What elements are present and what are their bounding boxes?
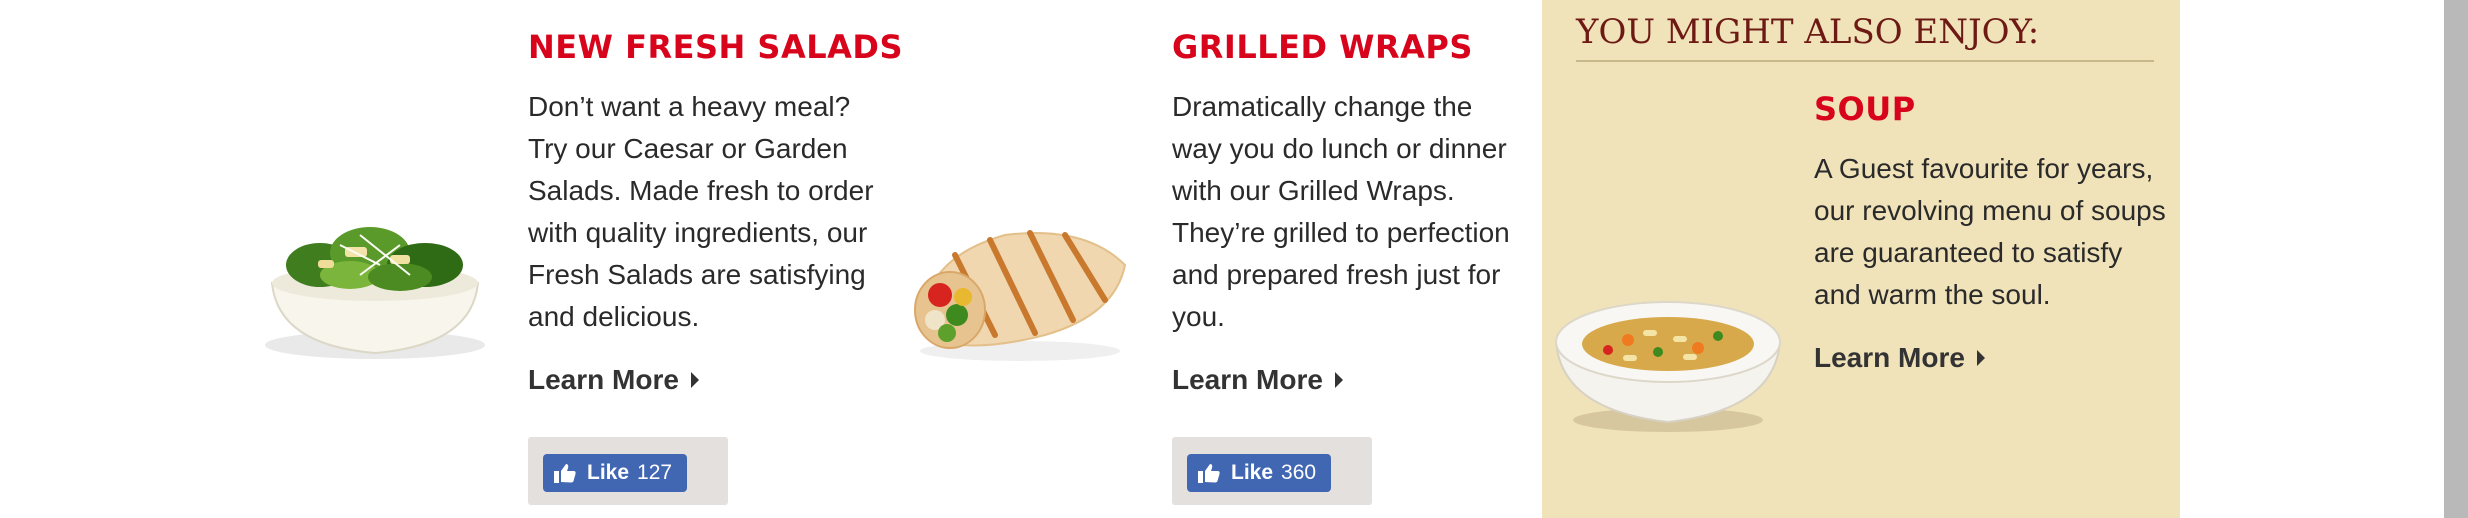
card-description: Don’t want a heavy meal? Try our Caesar …	[528, 91, 874, 332]
salad-bowl-image	[250, 205, 500, 365]
like-label: Like	[1231, 461, 1274, 484]
also-enjoy-panel: YOU MIGHT ALSO ENJOY: SOUP A Guest favou…	[1542, 0, 2180, 518]
learn-more-link[interactable]: Learn More	[1814, 342, 1985, 374]
also-enjoy-title: YOU MIGHT ALSO ENJOY:	[1576, 12, 2040, 52]
learn-more-label: Learn More	[1814, 342, 1965, 373]
card-description: Dramatically change the way you do lunch…	[1172, 91, 1510, 332]
facebook-like-button[interactable]: Like 360	[1187, 454, 1331, 492]
facebook-like-widget: Like 127	[528, 437, 728, 505]
card-title: SOUP	[1814, 90, 1916, 128]
like-count: 360	[1281, 461, 1317, 484]
card-title: GRILLED WRAPS	[1172, 28, 1473, 66]
caret-right-icon	[1334, 372, 1343, 388]
soup-bowl-image	[1548, 270, 1788, 440]
caret-right-icon	[1976, 350, 1985, 366]
thumbs-up-icon	[1198, 464, 1220, 483]
grilled-wrap-image	[895, 215, 1145, 365]
vertical-scrollbar[interactable]	[2444, 0, 2468, 518]
like-label: Like	[587, 461, 630, 484]
learn-more-link[interactable]: Learn More	[528, 364, 699, 396]
divider	[1576, 60, 2154, 62]
card-description: A Guest favourite for years, our revolvi…	[1814, 153, 2166, 310]
learn-more-label: Learn More	[528, 364, 679, 395]
card-soup: SOUP A Guest favourite for years, our re…	[1814, 90, 2174, 316]
card-title: NEW FRESH SALADS	[528, 28, 903, 66]
learn-more-label: Learn More	[1172, 364, 1323, 395]
facebook-like-button[interactable]: Like 127	[543, 454, 687, 492]
facebook-like-widget: Like 360	[1172, 437, 1372, 505]
learn-more-link[interactable]: Learn More	[1172, 364, 1343, 396]
thumbs-up-icon	[554, 464, 576, 483]
card-fresh-salads: NEW FRESH SALADS Don’t want a heavy meal…	[528, 28, 903, 338]
caret-right-icon	[690, 372, 699, 388]
card-grilled-wraps: GRILLED WRAPS Dramatically change the wa…	[1172, 28, 1532, 338]
like-count: 127	[637, 461, 673, 484]
